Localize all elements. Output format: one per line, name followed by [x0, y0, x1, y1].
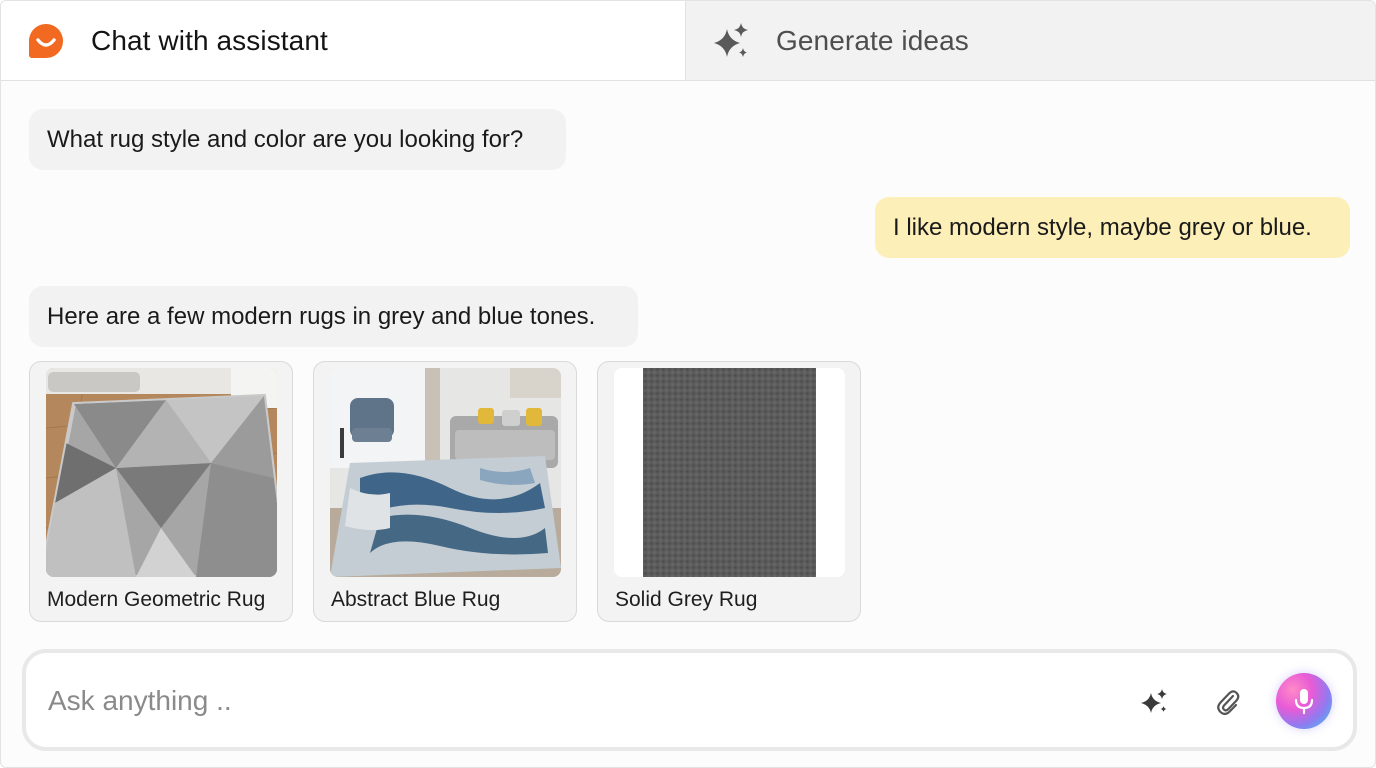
product-card-solid-grey-rug[interactable]: Solid Grey Rug — [597, 361, 861, 622]
product-name: Solid Grey Rug — [615, 588, 758, 611]
sparkle-icon[interactable] — [1140, 687, 1170, 717]
user-message: I like modern style, maybe grey or blue. — [875, 197, 1350, 258]
assistant-message: What rug style and color are you looking… — [29, 109, 566, 170]
product-image-geometric-rug — [46, 368, 277, 577]
paperclip-icon[interactable] — [1214, 687, 1242, 717]
brand-smile-icon — [29, 23, 63, 58]
tab-generate-ideas[interactable]: Generate ideas — [686, 1, 1375, 81]
product-card-abstract-blue-rug[interactable]: Abstract Blue Rug — [313, 361, 577, 622]
product-image-solid-grey-rug — [614, 368, 845, 577]
product-name: Modern Geometric Rug — [47, 588, 266, 611]
product-card-modern-geometric-rug[interactable]: Modern Geometric Rug — [29, 361, 293, 622]
voice-input-button[interactable] — [1276, 673, 1332, 729]
message-input[interactable] — [48, 677, 1108, 725]
sparkle-icon — [714, 22, 748, 57]
tab-chat[interactable]: Chat with assistant — [1, 1, 686, 81]
tab-chat-label: Chat with assistant — [91, 24, 328, 56]
product-name: Abstract Blue Rug — [331, 588, 501, 611]
message-composer — [22, 649, 1357, 751]
assistant-message: Here are a few modern rugs in grey and b… — [29, 286, 638, 347]
microphone-icon — [1294, 689, 1314, 715]
tab-bar: Chat with assistant Generate ideas — [1, 1, 1375, 81]
chat-window: Chat with assistant Generate ideas What … — [0, 0, 1376, 768]
tab-generate-ideas-label: Generate ideas — [776, 24, 969, 56]
product-image-abstract-blue-rug — [330, 368, 561, 577]
